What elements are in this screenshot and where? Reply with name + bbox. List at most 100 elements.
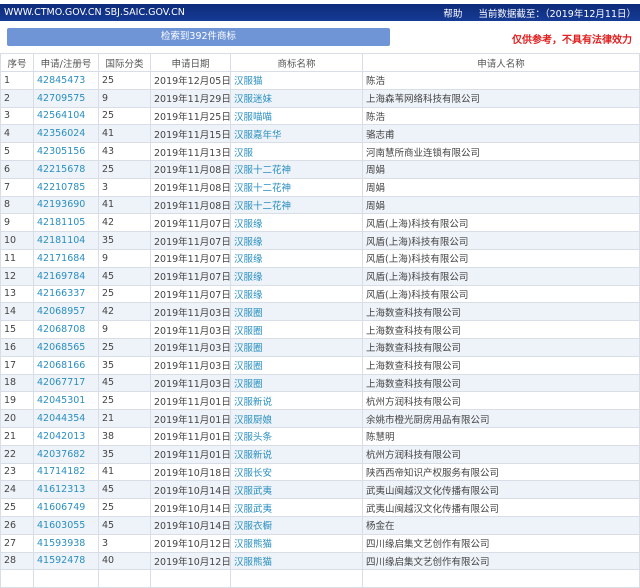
trademark-name-link[interactable]: 汉服缘	[230, 266, 363, 286]
reg-number-link[interactable]: 42709575	[33, 88, 99, 108]
trademark-name-link[interactable]: 汉服武夷	[230, 480, 363, 500]
reg-number-link[interactable]: 42169784	[33, 266, 99, 286]
trademark-name-link[interactable]: 汉服嘉年华	[230, 124, 363, 144]
reg-number-link[interactable]: 42068166	[33, 355, 99, 375]
intl-class: 42	[98, 213, 151, 233]
trademark-name-link[interactable]: 汉服十二花神	[230, 177, 363, 197]
apply-date: 2019年11月07日	[150, 266, 231, 286]
trademark-name-link[interactable]: 汉服缘	[230, 284, 363, 304]
reg-number-link[interactable]: 42356024	[33, 124, 99, 144]
trademark-name-link[interactable]: 汉服熊猫	[230, 551, 363, 571]
trademark-name-link[interactable]: 汉服猫	[230, 71, 363, 90]
applicant-name: 陈浩	[362, 71, 640, 90]
help-link[interactable]: 帮助	[443, 6, 462, 20]
intl-class: 41	[98, 195, 151, 215]
reg-number-link[interactable]: 42068708	[33, 320, 99, 339]
applicant-name: 陈浩	[362, 106, 640, 126]
trademark-name-link[interactable]: 汉服缘	[230, 248, 363, 268]
trademark-name-link[interactable]: 汉服迷妹	[230, 88, 363, 108]
reg-number-link[interactable]: 41606749	[33, 498, 99, 517]
trademark-name-link[interactable]: 汉服	[230, 142, 363, 161]
apply-date: 2019年11月08日	[150, 177, 231, 197]
trademark-name-link[interactable]: 汉服缘	[230, 231, 363, 250]
table-row: 20 42044354 21 2019年11月01日 汉服厨娘 余姚市橙光厨房用品有限公司	[0, 409, 640, 428]
intl-class: 35	[98, 355, 151, 375]
intl-class: 9	[98, 320, 151, 339]
trademark-name-link[interactable]: 汉服圈	[230, 373, 363, 393]
trademark-name-link[interactable]: 汉服熊猫	[230, 533, 363, 553]
applicant-name: 杭州方润科技有限公司	[362, 391, 640, 411]
reg-number-link[interactable]: 41612313	[33, 480, 99, 500]
trademark-name-link[interactable]: 汉服圈	[230, 302, 363, 322]
reg-number-link[interactable]: 42068957	[33, 302, 99, 322]
reg-number-link[interactable]: 42193690	[33, 195, 99, 215]
table-row: 27 41593938 3 2019年10月12日 汉服熊猫 四川缘启集文艺创作有限公司	[0, 533, 640, 553]
reg-number-link[interactable]: 42042013	[33, 426, 99, 446]
reg-number-link[interactable]: 41714182	[33, 462, 99, 482]
trademark-name-link[interactable]: 汉服新说	[230, 391, 363, 411]
applicant-name: 余姚市橙光厨房用品有限公司	[362, 409, 640, 428]
table-row: 16 42068565 25 2019年11月03日 汉服圈 上海数查科技有限公司	[0, 337, 640, 357]
reg-number-link[interactable]: 41603055	[33, 515, 99, 535]
intl-class: 40	[98, 551, 151, 571]
trademark-name-link[interactable]: 汉服喵喵	[230, 106, 363, 126]
table-row: 6 42215678 25 2019年11月08日 汉服十二花神 周娟	[0, 159, 640, 179]
table-row: 18 42067717 45 2019年11月03日 汉服圈 上海数查科技有限公司	[0, 373, 640, 393]
reg-number-link[interactable]: 41593938	[33, 533, 99, 553]
row-index: 6	[0, 159, 34, 179]
trademark-name-link[interactable]: 汉服缘	[230, 213, 363, 233]
reg-number-link[interactable]: 41592478	[33, 551, 99, 571]
reg-number-link[interactable]: 42044354	[33, 409, 99, 428]
apply-date: 2019年11月29日	[150, 88, 231, 108]
reg-number-link[interactable]: 42067717	[33, 373, 99, 393]
trademark-name-link[interactable]: 汉服圈	[230, 355, 363, 375]
reg-number-link[interactable]: 42215678	[33, 159, 99, 179]
trademark-name-link[interactable]: 汉服十二花神	[230, 195, 363, 215]
apply-date: 2019年11月03日	[150, 320, 231, 339]
apply-date: 2019年11月25日	[150, 106, 231, 126]
trademark-name-link[interactable]: 汉服圈	[230, 337, 363, 357]
trademark-name-link[interactable]: 汉服衣橱	[230, 515, 363, 535]
trademark-name-link[interactable]: 汉服厨娘	[230, 409, 363, 428]
trademark-name-link[interactable]: 汉服十二花神	[230, 159, 363, 179]
reg-number-link[interactable]: 42171684	[33, 248, 99, 268]
apply-date: 2019年11月03日	[150, 337, 231, 357]
intl-class: 25	[98, 71, 151, 90]
applicant-name: 风盾(上海)科技有限公司	[362, 266, 640, 286]
empty-cell	[98, 569, 151, 588]
row-index: 3	[0, 106, 34, 126]
trademark-name-link[interactable]: 汉服圈	[230, 320, 363, 339]
reg-number-link[interactable]: 42181104	[33, 231, 99, 250]
reg-number-link[interactable]: 42045301	[33, 391, 99, 411]
col-index: 序号	[0, 53, 34, 72]
intl-class: 3	[98, 533, 151, 553]
trademark-table: 序号 申请/注册号 国际分类 申请日期 商标名称 申请人名称 1 42845473…	[0, 53, 640, 588]
reg-number-link[interactable]: 42305156	[33, 142, 99, 161]
reg-number-link[interactable]: 42068565	[33, 337, 99, 357]
applicant-name: 周娟	[362, 195, 640, 215]
table-row: 15 42068708 9 2019年11月03日 汉服圈 上海数查科技有限公司	[0, 320, 640, 339]
trademark-name-link[interactable]: 汉服武夷	[230, 498, 363, 517]
trademark-name-link[interactable]: 汉服头条	[230, 426, 363, 446]
row-index: 4	[0, 124, 34, 144]
reg-number-link[interactable]: 42845473	[33, 71, 99, 90]
intl-class: 25	[98, 106, 151, 126]
reg-number-link[interactable]: 42181105	[33, 213, 99, 233]
row-index: 24	[0, 480, 34, 500]
applicant-name: 上海数查科技有限公司	[362, 373, 640, 393]
row-index: 22	[0, 444, 34, 464]
reg-number-link[interactable]: 42210785	[33, 177, 99, 197]
apply-date: 2019年11月08日	[150, 159, 231, 179]
trademark-name-link[interactable]: 汉服新说	[230, 444, 363, 464]
intl-class: 45	[98, 480, 151, 500]
table-row: 1 42845473 25 2019年12月05日 汉服猫 陈浩	[0, 71, 640, 90]
applicant-name: 武夷山闽越汉文化传播有限公司	[362, 480, 640, 500]
search-result-button[interactable]: 检索到392件商标	[7, 28, 390, 46]
apply-date: 2019年11月08日	[150, 195, 231, 215]
reg-number-link[interactable]: 42166337	[33, 284, 99, 304]
table-row: 17 42068166 35 2019年11月03日 汉服圈 上海数查科技有限公司	[0, 355, 640, 375]
trademark-name-link[interactable]: 汉服长安	[230, 462, 363, 482]
row-index: 27	[0, 533, 34, 553]
reg-number-link[interactable]: 42564104	[33, 106, 99, 126]
reg-number-link[interactable]: 42037682	[33, 444, 99, 464]
